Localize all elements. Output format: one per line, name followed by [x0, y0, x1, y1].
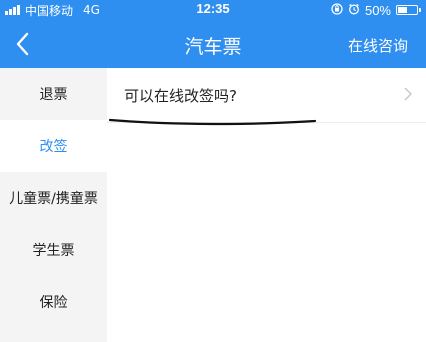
handwritten-underline-mark: [108, 118, 317, 126]
list-item[interactable]: 可以在线改签吗?: [107, 68, 426, 123]
battery-icon: [396, 5, 421, 15]
sidebar-item-label: 改签: [39, 139, 68, 155]
sidebar-item-label: 保险: [39, 295, 68, 311]
sidebar-item-change[interactable]: 改签: [0, 120, 107, 172]
sidebar-item-insurance[interactable]: 保险: [0, 276, 107, 328]
sidebar-item-student-ticket[interactable]: 学生票: [0, 224, 107, 276]
battery-percent: 50%: [364, 2, 391, 18]
sidebar-item-child-ticket[interactable]: 儿童票/携童票: [0, 172, 107, 224]
sidebar-item-label: 学生票: [32, 243, 75, 259]
orientation-lock-icon: [331, 2, 343, 18]
status-right: 50%: [331, 2, 421, 18]
alarm-icon: [348, 3, 360, 18]
sidebar-item-label: 退票: [39, 87, 68, 103]
sidebar-item-label: 儿童票/携童票: [9, 191, 98, 207]
online-consult-button[interactable]: 在线咨询: [348, 35, 408, 56]
question-text: 可以在线改签吗?: [124, 87, 237, 105]
nav-bar: 汽车票 在线咨询: [0, 20, 426, 68]
chevron-right-icon: [404, 87, 412, 101]
question-list: 可以在线改签吗?: [107, 68, 426, 342]
status-bar: 中国移动 4G 12:35 50%: [0, 0, 426, 20]
category-sidebar: 退票 改签 儿童票/携童票 学生票 保险: [0, 68, 107, 342]
battery-level: [398, 7, 407, 13]
sidebar-item-refund[interactable]: 退票: [0, 68, 107, 120]
